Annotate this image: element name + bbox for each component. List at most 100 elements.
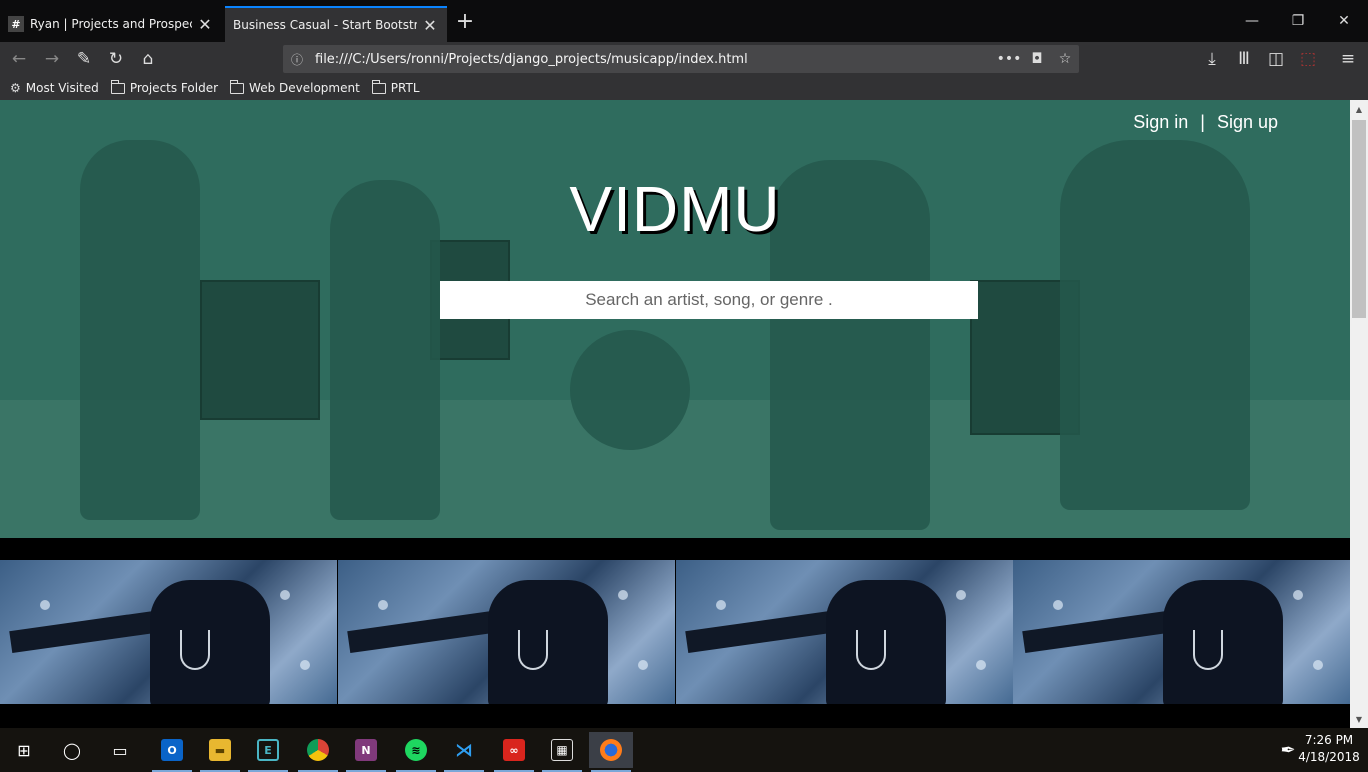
terminal-icon[interactable]: E	[246, 732, 290, 772]
onenote-logo: N	[355, 739, 377, 761]
thumbnail-arm	[347, 608, 509, 654]
bookmark-prtl[interactable]: PRTL	[371, 79, 420, 95]
page-scrollbar[interactable]: ▲ ▼	[1350, 100, 1368, 728]
video-thumbnail[interactable]	[676, 560, 1013, 704]
system-clock[interactable]: 7:26 PM 4/18/2018	[1298, 732, 1360, 766]
pdf-extension-icon[interactable]: ⬚	[1294, 46, 1322, 72]
vscode-logo: ⋊	[455, 739, 473, 761]
auth-links: Sign in | Sign up	[1133, 112, 1278, 133]
bookmark-label: Most Visited	[25, 81, 99, 95]
bookmark-web-development[interactable]: Web Development	[230, 79, 360, 95]
video-thumbnail[interactable]	[1013, 560, 1350, 704]
creative-cloud-logo: ∞	[503, 739, 525, 761]
file-explorer-icon[interactable]: ▬	[198, 732, 242, 772]
clock-date: 4/18/2018	[1298, 750, 1360, 764]
info-icon[interactable]: ⓘ	[283, 51, 311, 68]
thumbnail-chain	[180, 630, 210, 670]
terminal-logo: E	[257, 739, 279, 761]
wrench-icon[interactable]: ✎	[70, 46, 98, 72]
thumbnail-sparkle	[618, 590, 628, 600]
thumbnail-figure	[150, 580, 270, 704]
thumbnail-chain	[856, 630, 886, 670]
thumbnail-chain	[518, 630, 548, 670]
tab-ryan-projects[interactable]: # Ryan | Projects and Prospects S ✕	[0, 6, 222, 42]
auth-separator: |	[1200, 112, 1205, 132]
tab-business-casual[interactable]: Business Casual - Start Bootstrap Th ✕	[225, 6, 447, 42]
close-tab-icon[interactable]: ✕	[196, 15, 214, 34]
navigation-toolbar: ← → ✎ ↻ ⌂ ⓘ file:///C:/Users/ronni/Proje…	[0, 42, 1368, 76]
restore-icon[interactable]: ❐	[1278, 6, 1318, 36]
thumbnail-chain	[1193, 630, 1223, 670]
spotify-icon[interactable]: ≋	[394, 732, 438, 772]
downloads-icon[interactable]: ⤓	[1198, 46, 1226, 72]
folder-icon	[371, 79, 386, 94]
firefox-logo	[600, 739, 622, 761]
bookmark-label: Projects Folder	[129, 81, 219, 95]
thumbnail-sparkle	[956, 590, 966, 600]
back-icon[interactable]: ←	[5, 46, 33, 72]
thumbnail-sparkle	[378, 600, 388, 610]
video-thumbnail[interactable]	[338, 560, 675, 704]
thumbnail-sparkle	[40, 600, 50, 610]
bookmark-projects-folder[interactable]: Projects Folder	[110, 79, 219, 95]
thumbnail-sparkle	[1293, 590, 1303, 600]
scroll-down-icon[interactable]: ▼	[1350, 710, 1368, 728]
gear-icon: ⚙	[10, 81, 21, 95]
bookmarks-toolbar: ⚙ Most Visited Projects Folder Web Devel…	[0, 76, 1368, 100]
hero-section: Sign in | Sign up VIDMU	[0, 100, 1350, 538]
scroll-up-icon[interactable]: ▲	[1350, 100, 1368, 118]
bookmark-most-visited[interactable]: ⚙ Most Visited	[10, 81, 99, 95]
folder-icon	[230, 79, 245, 94]
outlook-icon[interactable]: O	[150, 732, 194, 772]
chrome-icon[interactable]	[296, 732, 340, 772]
reload-icon[interactable]: ↻	[102, 46, 130, 72]
tab-label: Business Casual - Start Bootstrap Th	[233, 18, 417, 32]
new-tab-icon[interactable]: +	[452, 8, 478, 34]
outlook-logo: O	[161, 739, 183, 761]
thumbnail-sparkle	[976, 660, 986, 670]
url-text: file:///C:/Users/ronni/Projects/django_p…	[315, 51, 748, 67]
menu-icon[interactable]: ≡	[1334, 46, 1362, 72]
calculator-icon[interactable]: ▦	[540, 732, 584, 772]
thumbnail-arm	[685, 608, 847, 654]
site-brand-title: VIDMU	[569, 173, 781, 245]
onenote-icon[interactable]: N	[344, 732, 388, 772]
home-icon[interactable]: ⌂	[134, 46, 162, 72]
video-thumbnail[interactable]	[0, 560, 337, 704]
scrollbar-thumb[interactable]	[1352, 120, 1366, 318]
clock-time: 7:26 PM	[1304, 733, 1354, 747]
bookmark-label: PRTL	[390, 81, 420, 95]
close-window-icon[interactable]: ✕	[1324, 6, 1364, 36]
thumbnail-sparkle	[280, 590, 290, 600]
sign-up-link[interactable]: Sign up	[1217, 112, 1278, 133]
amplifier-image	[200, 280, 320, 420]
page-actions-icon[interactable]: •••	[995, 51, 1023, 67]
folder-icon	[110, 79, 125, 94]
cortana-icon[interactable]: ◯	[50, 732, 94, 768]
folder-logo: ▬	[209, 739, 231, 761]
thumbnail-sparkle	[1313, 660, 1323, 670]
task-view-icon[interactable]: ▭	[98, 732, 142, 768]
tab-label: Ryan | Projects and Prospects S	[30, 17, 192, 31]
thumbnail-figure	[1163, 580, 1283, 704]
calculator-logo: ▦	[551, 739, 573, 761]
thumbnail-sparkle	[638, 660, 648, 670]
sign-in-link[interactable]: Sign in	[1133, 112, 1188, 133]
address-bar[interactable]: ⓘ file:///C:/Users/ronni/Projects/django…	[283, 45, 1079, 73]
thumbnail-sparkle	[1053, 600, 1063, 610]
vscode-icon[interactable]: ⋊	[442, 732, 486, 772]
sidebar-icon[interactable]: ◫	[1262, 46, 1290, 72]
bookmark-star-icon[interactable]: ☆	[1051, 51, 1079, 67]
search-input[interactable]	[440, 281, 978, 319]
library-icon[interactable]: Ⅲ	[1230, 46, 1258, 72]
start-icon[interactable]: ⊞	[2, 732, 46, 768]
creative-cloud-icon[interactable]: ∞	[492, 732, 536, 772]
thumbnail-figure	[826, 580, 946, 704]
forward-icon[interactable]: →	[38, 46, 66, 72]
close-tab-icon[interactable]: ✕	[421, 16, 439, 35]
thumbnail-sparkle	[716, 600, 726, 610]
minimize-icon[interactable]: —	[1232, 6, 1272, 36]
tab-strip: # Ryan | Projects and Prospects S ✕ Busi…	[0, 0, 1368, 42]
firefox-icon[interactable]	[589, 732, 633, 772]
pocket-icon[interactable]: ◘	[1023, 51, 1051, 67]
